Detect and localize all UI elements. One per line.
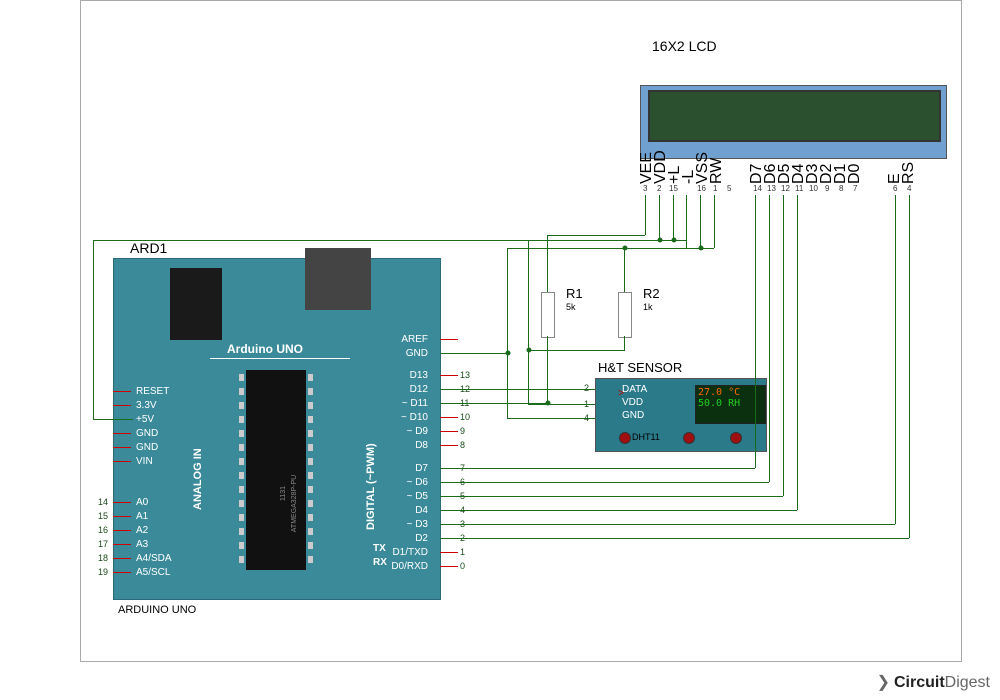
wire: [909, 195, 910, 538]
r2-label: R2: [643, 286, 660, 301]
resistor-r2: [618, 292, 632, 338]
sensor-name: DHT11: [632, 432, 660, 442]
wire: [645, 195, 646, 235]
sensor-led1: [619, 432, 631, 444]
sensor-led2: [683, 432, 695, 444]
r1-value: 5k: [566, 302, 576, 312]
arduino-power-jack: [305, 248, 371, 310]
wire: [659, 195, 660, 240]
lcd-pin-rs: RS: [900, 168, 918, 184]
wire: [797, 195, 798, 510]
sensor-humidity: 50.0 RH: [698, 398, 763, 409]
wire: [714, 195, 715, 248]
lcd-screen: [648, 90, 941, 142]
rx-label: RX: [373, 557, 387, 568]
arduino-footer: ARDUINO UNO: [118, 604, 196, 616]
lcd-pin-rw: RW: [708, 168, 726, 184]
wire: [700, 248, 714, 249]
wire: [624, 248, 625, 292]
lcd-pin-d0: D0: [846, 168, 864, 184]
wire: [700, 195, 701, 248]
wire: [686, 195, 687, 248]
arduino-usb-port: [170, 268, 222, 340]
wire: [783, 195, 784, 496]
wire: [673, 195, 674, 240]
r2-value: 1k: [643, 302, 653, 312]
wire: [440, 403, 548, 404]
wire: [440, 482, 769, 483]
wire: [895, 195, 896, 524]
r1-label: R1: [566, 286, 583, 301]
arduino-line: [210, 358, 350, 359]
sensor-label: H&T SENSOR: [598, 360, 682, 375]
wire: [93, 240, 94, 420]
wire: [440, 510, 797, 511]
wire: [440, 538, 909, 539]
junction: [672, 238, 677, 243]
wire: [528, 404, 595, 405]
wire: [440, 353, 508, 354]
wire: [440, 524, 895, 525]
resistor-r1: [541, 292, 555, 338]
wire: [507, 353, 508, 418]
analog-in-label: ANALOG IN: [192, 448, 204, 510]
sensor-temp: 27.0 °C: [698, 387, 763, 398]
chip-label: ATMEGA328P-PU: [291, 475, 298, 532]
wire: [769, 195, 770, 482]
chip-label2: 1131: [280, 486, 287, 501]
ard-label: ARD1: [130, 240, 167, 256]
wire: [755, 195, 756, 468]
lcd-title: 16X2 LCD: [652, 38, 717, 54]
wire: [507, 418, 595, 419]
wire: [507, 248, 508, 353]
sensor-pin-data: DATA: [622, 384, 647, 395]
wire: [93, 240, 528, 241]
arduino-name: Arduino UNO: [227, 342, 303, 356]
wire: [547, 235, 548, 292]
wire: [547, 235, 645, 236]
sensor-led3: [730, 432, 742, 444]
tx-label: TX: [373, 543, 386, 554]
wire: [507, 248, 701, 249]
wire: [528, 350, 625, 351]
sensor-pin-gnd: GND: [622, 410, 644, 421]
wire: [440, 496, 783, 497]
wire: [440, 389, 595, 390]
wire: [93, 419, 133, 420]
wire: [547, 336, 548, 403]
junction: [658, 238, 663, 243]
sensor-pin-vdd: VDD: [622, 397, 643, 408]
watermark: ❯ CircuitDigest: [877, 672, 990, 692]
wire: [440, 468, 755, 469]
wire: [624, 336, 625, 350]
atmega-chip: ATMEGA328P-PU 1131: [246, 370, 306, 570]
wire: [528, 240, 529, 404]
digital-pwm-label: DIGITAL (~PWM): [365, 443, 377, 530]
